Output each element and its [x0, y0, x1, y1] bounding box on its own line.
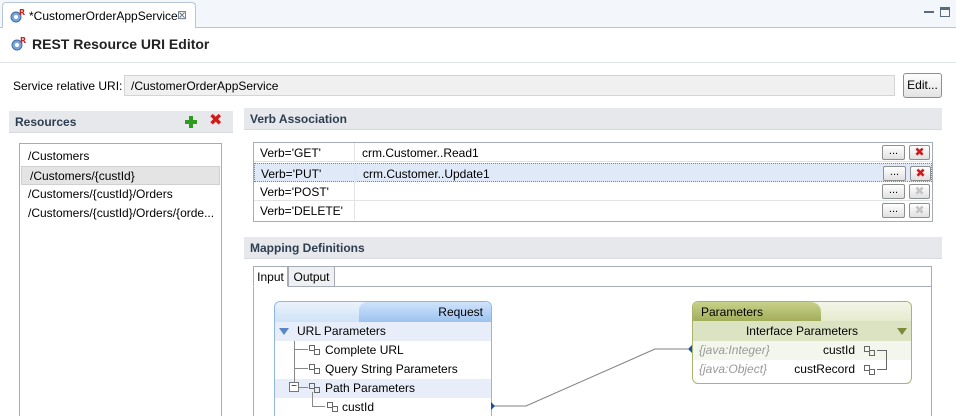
param-name: custRecord	[794, 362, 855, 376]
param-row-cust-id[interactable]: {java:Integer} custId	[693, 341, 911, 370]
param-icon	[864, 346, 875, 356]
parameters-title: Parameters	[693, 302, 821, 321]
parameters-panel: Parameters Interface Parameters {java:In…	[692, 301, 912, 384]
param-icon	[864, 365, 875, 375]
interface-parameters-row[interactable]: Interface Parameters	[693, 321, 911, 341]
collapse-icon[interactable]	[897, 328, 907, 335]
param-type: {java:Integer}	[699, 343, 770, 357]
param-type: {java:Object}	[699, 362, 768, 376]
param-row-cust-record[interactable]: {java:Object} custRecord	[693, 360, 911, 379]
param-name: custId	[822, 343, 855, 357]
